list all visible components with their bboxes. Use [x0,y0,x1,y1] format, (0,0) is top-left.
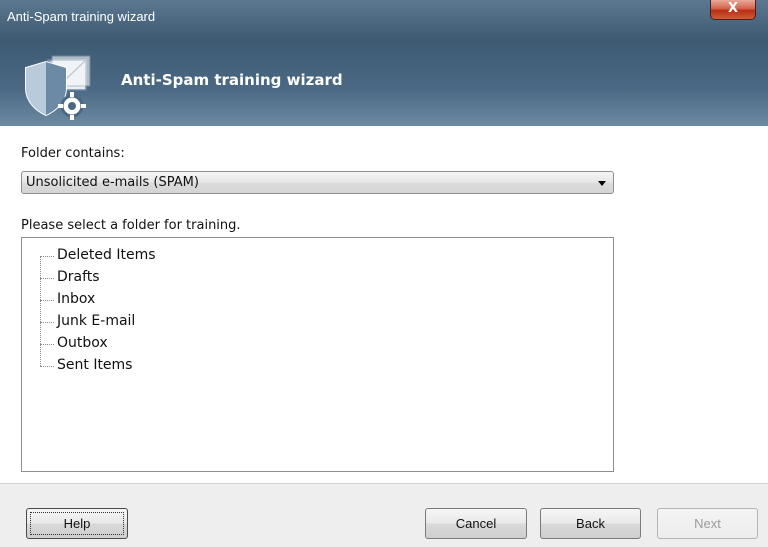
help-button[interactable]: Help [26,508,128,539]
window-title: Anti-Spam training wizard [7,9,156,24]
close-button[interactable]: X [710,0,756,20]
folder-select-label: Please select a folder for training. [21,218,241,233]
header-banner: Anti-Spam training wizard [0,40,768,126]
cancel-button[interactable]: Cancel [425,508,527,539]
tree-item-label: Sent Items [57,357,133,373]
tree-item-label: Inbox [57,291,96,307]
tree-connector [40,278,54,279]
tree-item-label: Outbox [57,335,108,351]
back-button[interactable]: Back [540,508,641,539]
folder-contains-value: Unsolicited e-mails (SPAM) [26,175,199,190]
tree-item[interactable]: Outbox [40,335,240,357]
tree-connector [40,322,54,323]
tree-item[interactable]: Drafts [40,269,240,291]
tree-item[interactable]: Junk E-mail [40,313,240,335]
tree-item[interactable]: Deleted Items [40,247,240,269]
button-bar: Help Cancel Back Next [0,483,768,547]
tree-item-label: Junk E-mail [57,313,136,329]
folder-contains-dropdown[interactable]: Unsolicited e-mails (SPAM) [21,171,614,194]
tree-connector [40,344,54,345]
tree-connector [40,366,54,367]
wizard-window: Anti-Spam training wizard X Anti-Spam tr… [0,0,768,547]
folder-tree[interactable]: Deleted Items Drafts Inbox Junk E-mail O… [21,237,614,472]
folder-contains-label: Folder contains: [21,146,125,161]
header-title: Anti-Spam training wizard [121,71,343,89]
tree-connector [40,300,54,301]
tree-item-label: Drafts [57,269,100,285]
dropdown-arrow-icon [598,181,606,186]
next-button[interactable]: Next [657,508,758,539]
tree-item-label: Deleted Items [57,247,156,263]
title-bar[interactable]: Anti-Spam training wizard X [0,0,768,40]
tree-connector [40,256,54,257]
tree-item[interactable]: Sent Items [40,357,240,379]
tree-item[interactable]: Inbox [40,291,240,313]
shield-envelope-gear-icon [25,55,91,120]
